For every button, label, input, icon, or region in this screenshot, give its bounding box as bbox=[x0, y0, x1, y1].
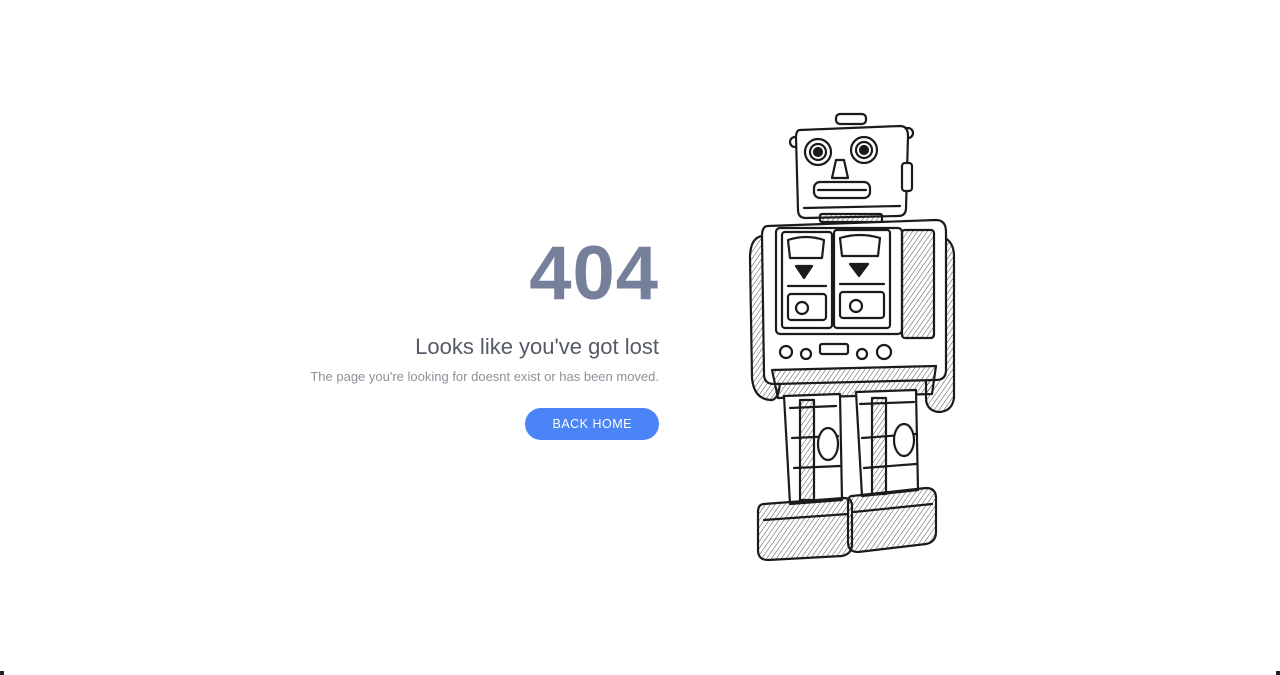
error-headline: Looks like you've got lost bbox=[415, 334, 659, 359]
not-found-page: 404 Looks like you've got lost The page … bbox=[0, 0, 1280, 675]
error-message: The page you're looking for doesnt exist… bbox=[310, 369, 659, 384]
error-content: 404 Looks like you've got lost The page … bbox=[300, 232, 659, 440]
error-code: 404 bbox=[529, 231, 659, 316]
robot-illustration bbox=[740, 108, 965, 568]
robot-icon bbox=[748, 112, 956, 562]
corner-mark-right bbox=[1276, 671, 1280, 675]
corner-mark-left bbox=[0, 671, 4, 675]
button-row: BACK HOME bbox=[300, 408, 659, 440]
back-home-button[interactable]: BACK HOME bbox=[525, 408, 659, 440]
